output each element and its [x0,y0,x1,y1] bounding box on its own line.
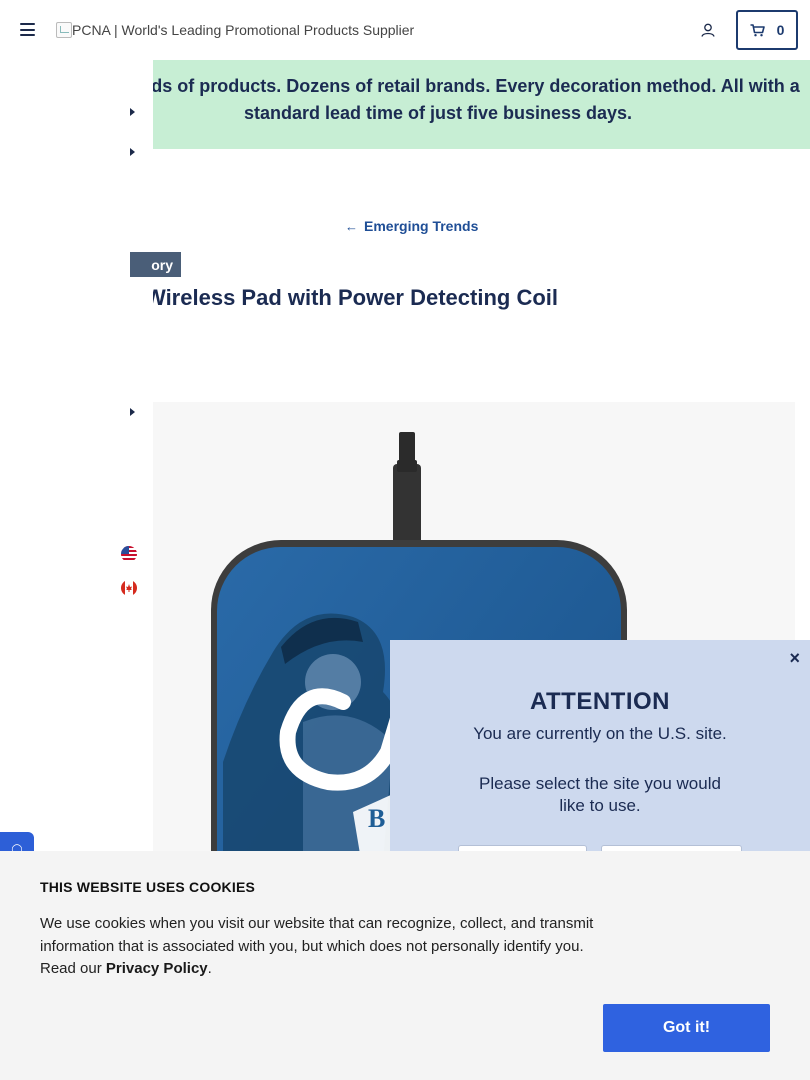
arrow-left-icon: ← [345,218,358,234]
cart-count: 0 [776,22,785,38]
close-icon[interactable]: × [789,648,800,669]
user-icon[interactable] [700,22,716,38]
modal-heading: ATTENTION [529,688,671,715]
cookie-body: We use cookies when you visit our websit… [40,913,610,981]
privacy-policy-link[interactable]: Privacy Policy [106,960,208,977]
carousel-arrow-icon[interactable] [130,108,135,116]
logo-alt-text: PCNA | World's Leading Promotional Produ… [72,22,415,38]
site-logo[interactable]: PCNA | World's Leading Promotional Produ… [56,21,414,39]
us-flag-icon[interactable] [121,546,137,562]
category-tag: ory [130,252,181,277]
promo-banner: Thousands of products. Dozens of retail … [153,60,810,149]
back-to-emerging-trends-link[interactable]: ← Emerging Trends [345,218,478,234]
broken-image-icon [56,22,72,38]
modal-select-site-text: Please select the site you would like to… [479,774,721,815]
promo-banner-text: Thousands of products. Dozens of retail … [153,76,800,123]
canada-flag-icon[interactable] [121,580,137,596]
svg-text:B: B [368,804,385,833]
site-header: PCNA | World's Leading Promotional Produ… [0,0,810,60]
carousel-arrow-icon[interactable] [130,148,135,156]
cart-button[interactable]: 0 [736,10,798,50]
modal-current-site-text: You are currently on the U.S. site. [473,724,727,743]
cookie-body-period: . [207,960,212,977]
cart-icon [750,23,765,36]
page-title: Wireless Pad with Power Detecting Coil [153,285,559,310]
carousel-arrow-icon[interactable] [130,408,135,416]
back-link-label: Emerging Trends [364,218,479,234]
hamburger-icon[interactable] [20,23,35,36]
cookie-heading: THIS WEBSITE USES COOKIES [40,879,256,895]
page-title-wrapper: Wireless Pad with Power Detecting Coil [153,282,803,322]
category-tag-label: ory [151,256,173,273]
accept-cookies-button[interactable]: Got it! [603,1004,770,1052]
cookie-banner: THIS WEBSITE USES COOKIES We use cookies… [0,851,810,1080]
